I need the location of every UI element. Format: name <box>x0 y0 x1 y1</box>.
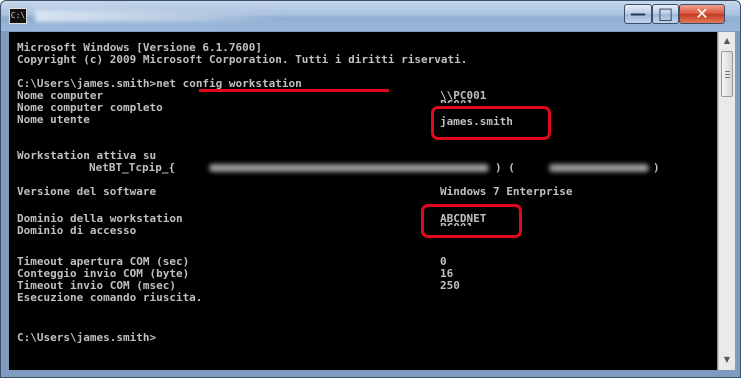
user-name-label: Nome utente <box>17 113 90 126</box>
grip-line-icon <box>725 77 730 78</box>
logon-domain-label: Dominio di accesso <box>17 224 137 237</box>
redacted-mac <box>549 164 649 172</box>
success-message: Esecuzione comando riuscita. <box>17 291 203 304</box>
com-send-timeout-value: 250 <box>440 279 460 292</box>
vertical-scrollbar[interactable]: ▲ ▼ <box>718 32 735 370</box>
maximize-button[interactable]: □ <box>652 4 679 24</box>
final-prompt: C:\Users\james.smith> <box>17 331 157 344</box>
console-icon[interactable]: C:\ <box>9 8 27 24</box>
redacted-guid <box>209 164 489 172</box>
scrollbar-thumb[interactable] <box>721 51 733 97</box>
close-button[interactable]: ✕ <box>679 4 725 24</box>
user-name-highlight <box>431 106 551 140</box>
scroll-up-arrow-icon[interactable]: ▲ <box>719 33 735 49</box>
minimize-button[interactable]: — <box>624 4 652 24</box>
title-bar[interactable]: C:\ — □ ✕ <box>1 1 740 31</box>
header-line-copyright: Copyright (c) 2009 Microsoft Corporation… <box>17 53 468 66</box>
command-prompt-window: C:\ — □ ✕ Microsoft Windows [Versione 6.… <box>0 0 741 378</box>
active-on-suffix: ) ( <box>495 161 515 174</box>
software-value: Windows 7 Enterprise <box>440 185 573 198</box>
window-title-blurred <box>35 10 285 22</box>
grip-line-icon <box>725 74 730 75</box>
command-underline <box>199 89 389 92</box>
console-output[interactable]: Microsoft Windows [Versione 6.1.7600] Co… <box>9 32 717 370</box>
active-on-end: ) <box>653 161 660 174</box>
domain-highlight <box>421 204 522 238</box>
grip-line-icon <box>725 71 730 72</box>
active-on-value: NetBT_Tcpip_{ <box>89 161 176 174</box>
scroll-down-arrow-icon[interactable]: ▼ <box>719 352 735 368</box>
software-label: Versione del software <box>17 185 157 198</box>
